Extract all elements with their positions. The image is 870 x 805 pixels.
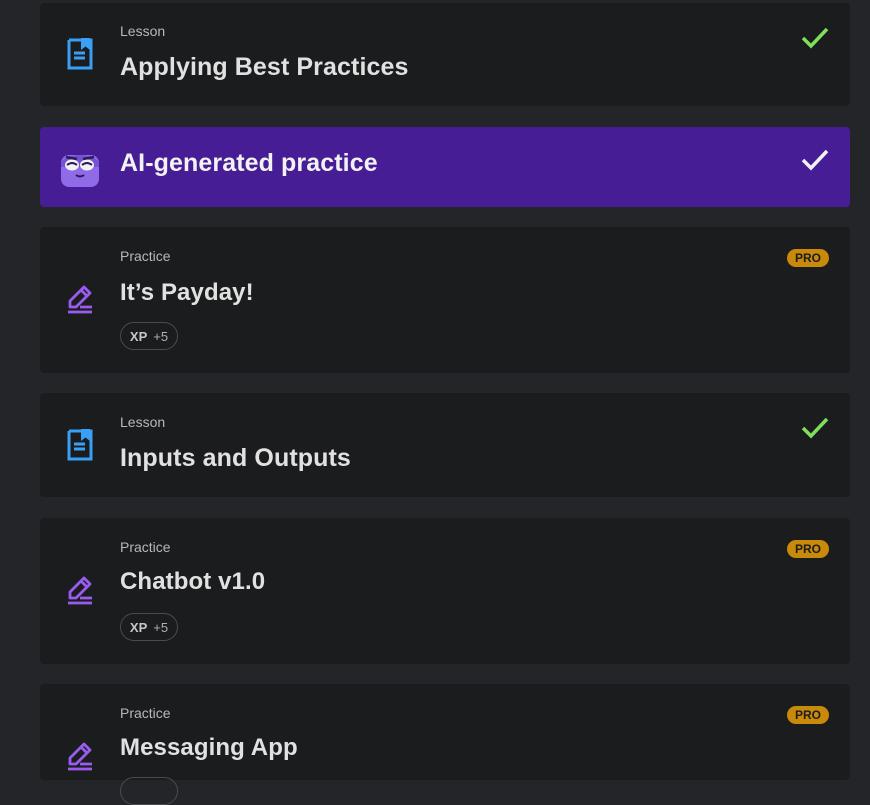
xp-value: +5: [153, 619, 169, 635]
practice-card-messaging-app[interactable]: Practice Messaging App PRO: [40, 684, 850, 805]
card-title: Inputs and Outputs: [120, 444, 351, 472]
practice-pencil-icon: [68, 576, 92, 605]
card-kind-label: Lesson: [120, 414, 166, 430]
practice-pencil-icon: [68, 285, 92, 314]
practice-card-its-payday[interactable]: Practice It’s Payday! PRO XP +5: [40, 227, 850, 373]
card-kind-label: Practice: [120, 248, 171, 264]
card-kind-label: Lesson: [120, 23, 166, 39]
card-title: It’s Payday!: [120, 279, 254, 306]
practice-card-chatbot-v1[interactable]: Practice Chatbot v1.0 PRO XP +5: [40, 518, 850, 664]
lesson-icon: [67, 38, 93, 70]
lesson-card-applying-best-practices[interactable]: Lesson Applying Best Practices: [40, 3, 850, 106]
xp-reward-chip: XP +5: [120, 322, 178, 350]
card-title: Messaging App: [120, 734, 298, 761]
pro-badge: PRO: [786, 706, 829, 724]
ai-mascot-icon: [61, 155, 99, 187]
card-title: AI-generated practice: [120, 149, 378, 177]
lesson-icon: [67, 429, 93, 461]
card-title: Chatbot v1.0: [120, 568, 266, 595]
ai-generated-practice-card[interactable]: AI-generated practice: [40, 127, 850, 207]
card-kind-label: Practice: [120, 705, 171, 721]
card-kind-label: Practice: [120, 539, 171, 555]
completed-check-icon: [801, 149, 829, 171]
xp-reward-chip: [120, 777, 178, 805]
pro-badge: PRO: [786, 540, 829, 558]
card-title: Applying Best Practices: [120, 53, 409, 81]
practice-pencil-icon: [68, 742, 92, 771]
lesson-card-inputs-and-outputs[interactable]: Lesson Inputs and Outputs: [40, 393, 850, 497]
xp-value: +5: [153, 328, 169, 344]
xp-label: XP: [129, 619, 148, 635]
pro-badge: PRO: [786, 249, 829, 267]
xp-reward-chip: XP +5: [120, 613, 178, 641]
xp-label: XP: [129, 328, 148, 344]
completed-check-icon: [801, 27, 829, 49]
completed-check-icon: [801, 417, 829, 439]
